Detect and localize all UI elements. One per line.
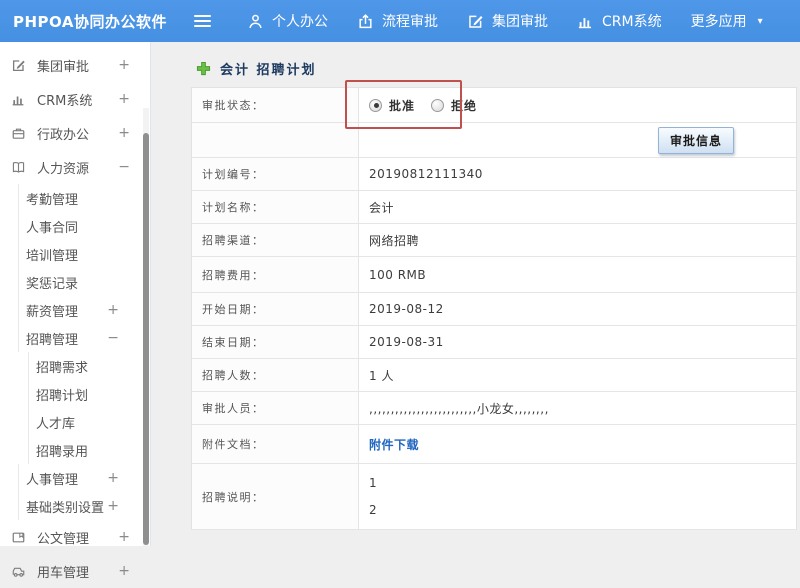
field-label: 计划名称： <box>192 191 359 223</box>
app-logo[interactable]: PHPOA协同办公软件 <box>0 11 178 32</box>
form-row: 计划名称： 会计 <box>192 191 796 224</box>
field-label: 开始日期： <box>192 293 359 325</box>
field-value: 附件下载 <box>359 425 796 463</box>
expand-toggle[interactable]: + <box>118 92 130 106</box>
sidebar-item-recruitment-hiring[interactable]: 招聘录用 <box>28 436 150 464</box>
button-row: 审批信息 <box>192 123 796 158</box>
expand-toggle[interactable]: + <box>107 303 119 317</box>
briefcase-icon <box>11 126 27 141</box>
expand-toggle[interactable]: + <box>118 564 130 578</box>
field-label: 审批人员： <box>192 392 359 424</box>
form-row: 附件文档： 附件下载 <box>192 425 796 464</box>
document-icon <box>11 530 27 545</box>
field-label: 招聘费用： <box>192 257 359 292</box>
scrollbar-thumb[interactable] <box>143 133 149 545</box>
sidebar-item-recruitment-plan[interactable]: 招聘计划 <box>28 380 150 408</box>
sidebar-item-crm-system[interactable]: CRM系统 + <box>0 82 150 116</box>
radio-approve[interactable]: 批准 <box>369 97 415 114</box>
approval-info-button[interactable]: 审批信息 <box>657 126 734 154</box>
menu-toggle-icon[interactable] <box>194 14 211 28</box>
nav-crm-system[interactable]: CRM系统 <box>577 11 662 31</box>
field-value: 1 人 <box>369 368 394 383</box>
expand-toggle[interactable]: + <box>107 499 119 513</box>
field-value: 1 2 <box>369 476 378 517</box>
add-icon[interactable] <box>196 61 211 76</box>
edit-icon <box>467 13 484 30</box>
edit-icon <box>11 58 27 73</box>
field-label: 审批状态： <box>192 88 359 122</box>
field-value: 20190812111340 <box>369 167 483 181</box>
field-value: 100 RMB <box>369 267 427 282</box>
form-row: 开始日期： 2019-08-12 <box>192 293 796 326</box>
workflow-icon <box>357 13 374 30</box>
expand-toggle[interactable]: − <box>107 331 119 345</box>
form-row: 计划编号： 20190812111340 <box>192 158 796 191</box>
expand-toggle[interactable]: + <box>118 126 130 140</box>
form-row: 审批人员： ,,,,,,,,,,,,,,,,,,,,,,,,,小龙女,,,,,,… <box>192 392 796 425</box>
field-label: 招聘说明： <box>192 464 359 529</box>
field-value: 网络招聘 <box>369 233 420 248</box>
sidebar-item-talent-pool[interactable]: 人才库 <box>28 408 150 436</box>
sidebar-item-base-category-settings[interactable]: 基础类别设置 + <box>18 492 150 520</box>
form-row: 结束日期： 2019-08-31 <box>192 326 796 359</box>
sidebar-item-admin-office[interactable]: 行政办公 + <box>0 116 150 150</box>
nav-more-apps[interactable]: 更多应用 ▾ <box>691 11 763 31</box>
radio-reject[interactable]: 拒绝 <box>431 97 477 114</box>
sidebar-item-human-resources[interactable]: 人力资源 − <box>0 150 150 184</box>
sidebar-item-recruitment-mgmt[interactable]: 招聘管理 − <box>18 324 150 352</box>
field-label: 招聘渠道： <box>192 224 359 256</box>
expand-toggle[interactable]: − <box>118 160 130 174</box>
approval-form: 审批状态： 批准 拒绝 审批信息 计划编号： 20190812111340 计划… <box>191 87 797 530</box>
sidebar-item-recruitment-needs[interactable]: 招聘需求 <box>28 352 150 380</box>
sidebar-item-vehicle-mgmt[interactable]: 用车管理 + <box>0 554 150 588</box>
field-value: 2019-08-12 <box>369 302 444 316</box>
sidebar-item-document-mgmt[interactable]: 公文管理 + <box>0 520 150 554</box>
field-label: 计划编号： <box>192 158 359 190</box>
form-rows: 计划编号： 20190812111340 计划名称： 会计 招聘渠道： 网络招聘… <box>192 158 796 530</box>
expand-toggle[interactable]: + <box>118 58 130 72</box>
sidebar-item-hr-contract[interactable]: 人事合同 <box>18 212 150 240</box>
sidebar-item-group-approval[interactable]: 集团审批 + <box>0 48 150 82</box>
user-icon <box>247 13 264 30</box>
chart-icon <box>11 92 27 107</box>
form-row: 招聘人数： 1 人 <box>192 359 796 392</box>
sidebar-item-salary-mgmt[interactable]: 薪资管理 + <box>18 296 150 324</box>
field-value: 会计 <box>369 200 395 215</box>
form-row: 招聘渠道： 网络招聘 <box>192 224 796 257</box>
form-row: 招聘费用： 100 RMB <box>192 257 796 293</box>
status-row: 审批状态： 批准 拒绝 <box>192 88 796 123</box>
sidebar-item-reward-records[interactable]: 奖惩记录 <box>18 268 150 296</box>
top-nav: 个人办公 流程审批 集团审批 CRM系统 更多应用 ▾ <box>247 11 763 31</box>
field-value: 2019-08-31 <box>369 335 444 349</box>
sidebar-item-training-mgmt[interactable]: 培训管理 <box>18 240 150 268</box>
field-label: 结束日期： <box>192 326 359 358</box>
expand-toggle[interactable]: + <box>118 530 130 544</box>
sidebar: 集团审批 + CRM系统 + 行政办公 + 人力资源 − 考勤管理 人事合同 培… <box>0 42 150 581</box>
chart-icon <box>577 13 594 30</box>
main-content: 会计 招聘计划 审批状态： 批准 拒绝 审批信息 计划编号： 201908121… <box>150 42 800 546</box>
sidebar-item-personnel-mgmt[interactable]: 人事管理 + <box>18 464 150 492</box>
caret-down-icon: ▾ <box>757 15 763 27</box>
field-value: ,,,,,,,,,,,,,,,,,,,,,,,,,小龙女,,,,,,,, <box>369 401 549 416</box>
field-label: 附件文档： <box>192 425 359 463</box>
car-icon <box>11 564 27 579</box>
sidebar-scrollbar[interactable] <box>143 108 149 546</box>
nav-group-approval[interactable]: 集团审批 <box>467 11 548 31</box>
attachment-download-link[interactable]: 附件下载 <box>369 436 419 453</box>
field-label: 招聘人数： <box>192 359 359 391</box>
radio-unselected-icon[interactable] <box>431 98 445 112</box>
page-title: 会计 招聘计划 <box>220 62 317 78</box>
book-icon <box>11 160 27 175</box>
page-header: 会计 招聘计划 <box>196 59 800 78</box>
nav-workflow-approval[interactable]: 流程审批 <box>357 11 438 31</box>
status-radio-group: 批准 拒绝 <box>369 97 477 114</box>
form-row: 招聘说明： 1 2 <box>192 464 796 530</box>
topbar: PHPOA协同办公软件 个人办公 流程审批 集团审批 CRM系统 更多应用 ▾ <box>0 0 800 42</box>
sidebar-menu: 集团审批 + CRM系统 + 行政办公 + 人力资源 − 考勤管理 人事合同 培… <box>0 42 150 588</box>
radio-selected-icon[interactable] <box>369 98 382 112</box>
sidebar-item-attendance-mgmt[interactable]: 考勤管理 <box>18 184 150 212</box>
expand-toggle[interactable]: + <box>107 471 119 485</box>
nav-personal-office[interactable]: 个人办公 <box>247 11 328 31</box>
